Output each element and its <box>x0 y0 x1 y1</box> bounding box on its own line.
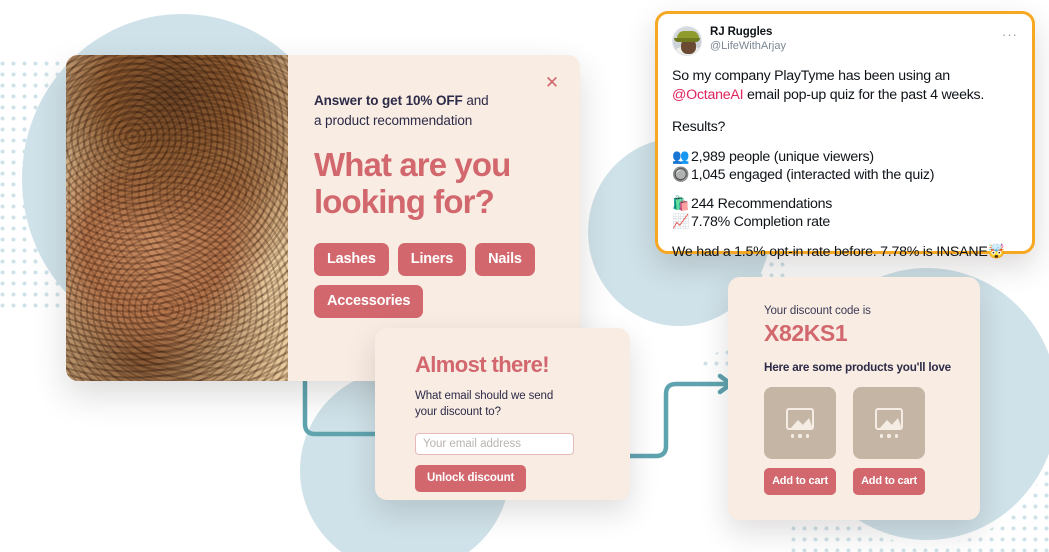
product-image-placeholder[interactable] <box>764 387 836 459</box>
promo-illustration: ✕ Answer to get 10% OFF and a product re… <box>0 0 1049 552</box>
chip-lashes[interactable]: Lashes <box>314 243 389 277</box>
tweet-header: RJ Ruggles @LifeWithArjay ··· <box>672 26 1018 56</box>
chart-increasing-emoji: 📈 <box>672 213 690 230</box>
ellipsis-icon <box>791 434 809 438</box>
stat-text: 2,989 people (unique viewers) <box>691 148 874 165</box>
product-card: Add to cart <box>853 387 925 495</box>
image-icon <box>786 408 814 431</box>
chip-accessories[interactable]: Accessories <box>314 285 424 319</box>
chip-nails[interactable]: Nails <box>475 243 535 277</box>
quiz-subheadline-line2: a product recommendation <box>314 112 473 128</box>
tweet-mention-link[interactable]: @OctaneAI <box>672 87 744 103</box>
email-subtitle-line2: your discount to? <box>415 406 501 419</box>
email-capture-title: Almost there! <box>415 352 550 377</box>
ring-emoji: 🔘 <box>672 165 690 182</box>
tweet-paragraph-1: So my company PlayTyme has been using an… <box>672 67 1018 106</box>
recommended-products-label: Here are some products you'll love <box>764 361 951 374</box>
stat-line: 📈 7.78% Completion rate <box>672 213 1018 231</box>
stat-text: 244 Recommendations <box>691 196 833 212</box>
avatar <box>672 26 702 56</box>
recommended-products-grid: Add to cart Add to cart <box>764 387 980 495</box>
email-capture-subtitle: What email should we send your discount … <box>415 388 598 421</box>
unlock-discount-button[interactable]: Unlock discount <box>415 464 527 492</box>
discount-code-value: X82KS1 <box>764 320 848 346</box>
tweet-stats-group-2: 🛍️ 244 Recommendations 📈 7.78% Completio… <box>672 195 1018 231</box>
add-to-cart-button[interactable]: Add to cart <box>764 468 836 495</box>
chip-liners[interactable]: Liners <box>397 243 467 277</box>
model-photo <box>66 55 288 381</box>
email-capture-card: Almost there! What email should we send … <box>375 328 630 500</box>
image-icon <box>875 408 903 431</box>
email-subtitle-line1: What email should we send <box>415 390 554 402</box>
stat-line: 👥 2,989 people (unique viewers) <box>672 148 1018 166</box>
add-to-cart-button[interactable]: Add to cart <box>853 468 925 495</box>
tweet-identity: RJ Ruggles @LifeWithArjay <box>710 26 786 53</box>
tweet-handle: @LifeWithArjay <box>710 39 786 52</box>
discount-results-card: Your discount code is X82KS1 Here are so… <box>728 277 980 520</box>
testimonial-tweet-card: RJ Ruggles @LifeWithArjay ··· So my comp… <box>655 11 1035 260</box>
product-card: Add to cart <box>764 387 836 495</box>
quiz-subheadline-rest: and <box>462 93 489 108</box>
stat-text: 1,045 engaged (interacted with the quiz) <box>691 166 935 183</box>
tweet-display-name: RJ Ruggles <box>710 26 773 38</box>
shopping-bags-emoji: 🛍️ <box>672 195 690 211</box>
quiz-subheadline: Answer to get 10% OFF and a product reco… <box>314 91 554 130</box>
busts-in-silhouette-emoji: 👥 <box>672 147 690 164</box>
connector-arrow-email-to-discount <box>625 373 734 459</box>
tweet-paragraph-2: Results? <box>672 118 726 135</box>
close-icon[interactable]: ✕ <box>544 74 560 91</box>
quiz-subheadline-bold: Answer to get 10% OFF <box>314 93 463 108</box>
stat-line: 🔘 1,045 engaged (interacted with the qui… <box>672 166 1018 184</box>
email-input[interactable] <box>415 432 574 455</box>
quiz-answer-chips: Lashes Liners Nails Accessories <box>314 243 544 319</box>
ellipsis-icon <box>880 434 898 438</box>
more-options-icon[interactable]: ··· <box>1002 28 1018 41</box>
stat-line: 🛍️ 244 Recommendations <box>672 195 1018 213</box>
stat-text: 7.78% Completion rate <box>691 214 831 231</box>
tweet-p1-post: email pop-up quiz for the past 4 weeks. <box>743 87 985 104</box>
tweet-stats-group-1: 👥 2,989 people (unique viewers) 🔘 1,045 … <box>672 148 1018 184</box>
tweet-p1-pre: So my company PlayTyme has been using an <box>672 68 950 84</box>
discount-code-label: Your discount code is <box>764 305 871 317</box>
tweet-paragraph-3: We had a 1.5% opt-in rate before. 7.78% … <box>672 244 1005 261</box>
product-image-placeholder[interactable] <box>853 387 925 459</box>
quiz-headline: What are you looking for? <box>314 146 511 221</box>
